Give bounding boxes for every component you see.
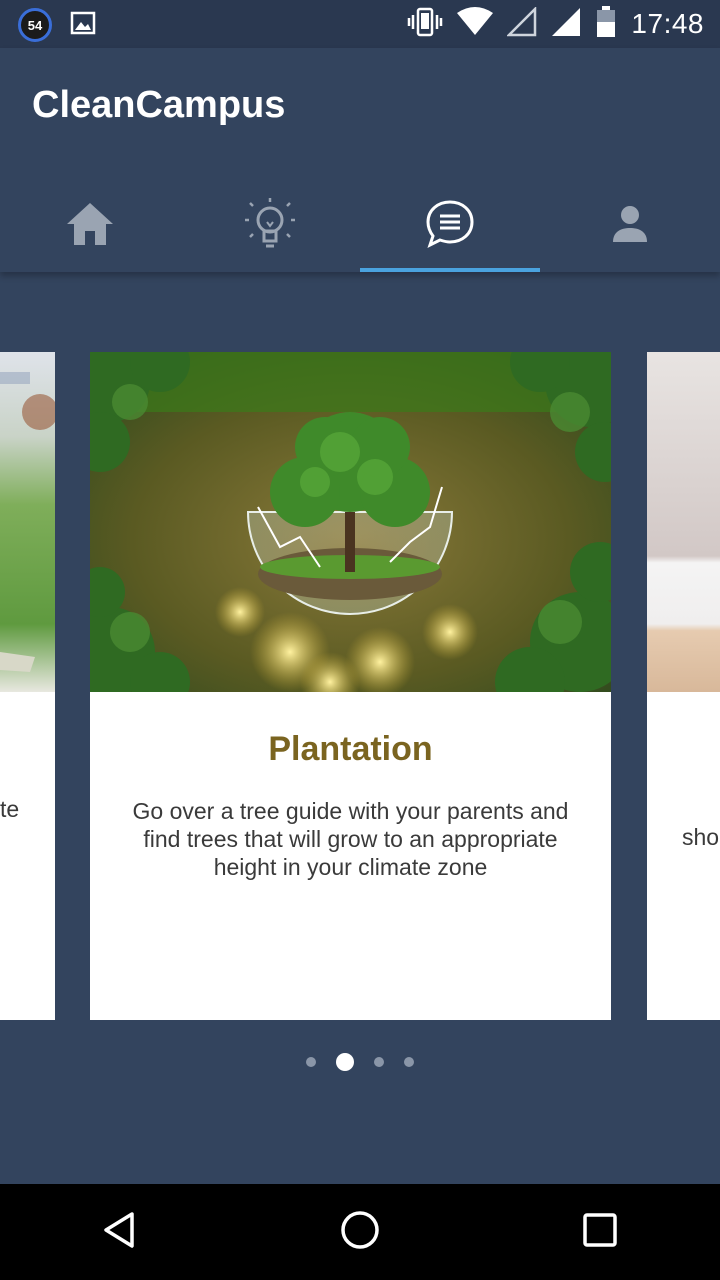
card-image [0, 352, 55, 692]
chat-icon [425, 199, 475, 254]
pager-dot-active[interactable] [336, 1053, 354, 1071]
card-description: Go over a tree guide with your parents a… [132, 798, 569, 880]
recents-icon [581, 1211, 619, 1254]
notification-badge: 54 [18, 8, 52, 42]
wifi-icon [457, 6, 494, 42]
pager-dot[interactable] [404, 1057, 414, 1067]
system-nav-bar [0, 1184, 720, 1280]
carousel-card-next[interactable]: sho [647, 352, 720, 1020]
tab-profile[interactable] [540, 180, 720, 272]
tab-bar [0, 180, 720, 272]
back-icon [100, 1210, 140, 1255]
card-partial-text: te [0, 796, 20, 822]
pager-dot[interactable] [306, 1057, 316, 1067]
image-icon [70, 10, 96, 41]
lightbulb-icon [245, 197, 295, 255]
home-circle-icon [339, 1209, 381, 1256]
carousel-pager [0, 1050, 720, 1074]
app-bar: CleanCampus [0, 48, 720, 272]
carousel-card-current[interactable]: Plantation Go over a tree guide with you… [90, 352, 611, 1020]
home-icon [65, 199, 115, 254]
card-title: Plantation [268, 730, 433, 768]
back-button[interactable] [75, 1187, 165, 1277]
app-title: CleanCampus [32, 84, 286, 126]
person-icon [610, 204, 650, 249]
pager-dot[interactable] [374, 1057, 384, 1067]
signal-empty-icon [506, 5, 537, 42]
carousel-card-previous[interactable]: te [0, 352, 55, 1020]
home-button[interactable] [315, 1187, 405, 1277]
clock: 17:48 [631, 8, 704, 39]
status-bar: 54 17:48 [0, 0, 720, 48]
card-image [647, 352, 720, 692]
signal-full-icon [551, 7, 581, 42]
card-partial-text: sho [682, 824, 720, 850]
vibrate-icon [407, 7, 443, 42]
tab-messages[interactable] [360, 180, 540, 272]
tab-ideas[interactable] [180, 180, 360, 272]
recents-button[interactable] [555, 1187, 645, 1277]
plantation-image [90, 352, 611, 692]
tab-home[interactable] [0, 180, 180, 272]
battery-icon [595, 5, 617, 43]
